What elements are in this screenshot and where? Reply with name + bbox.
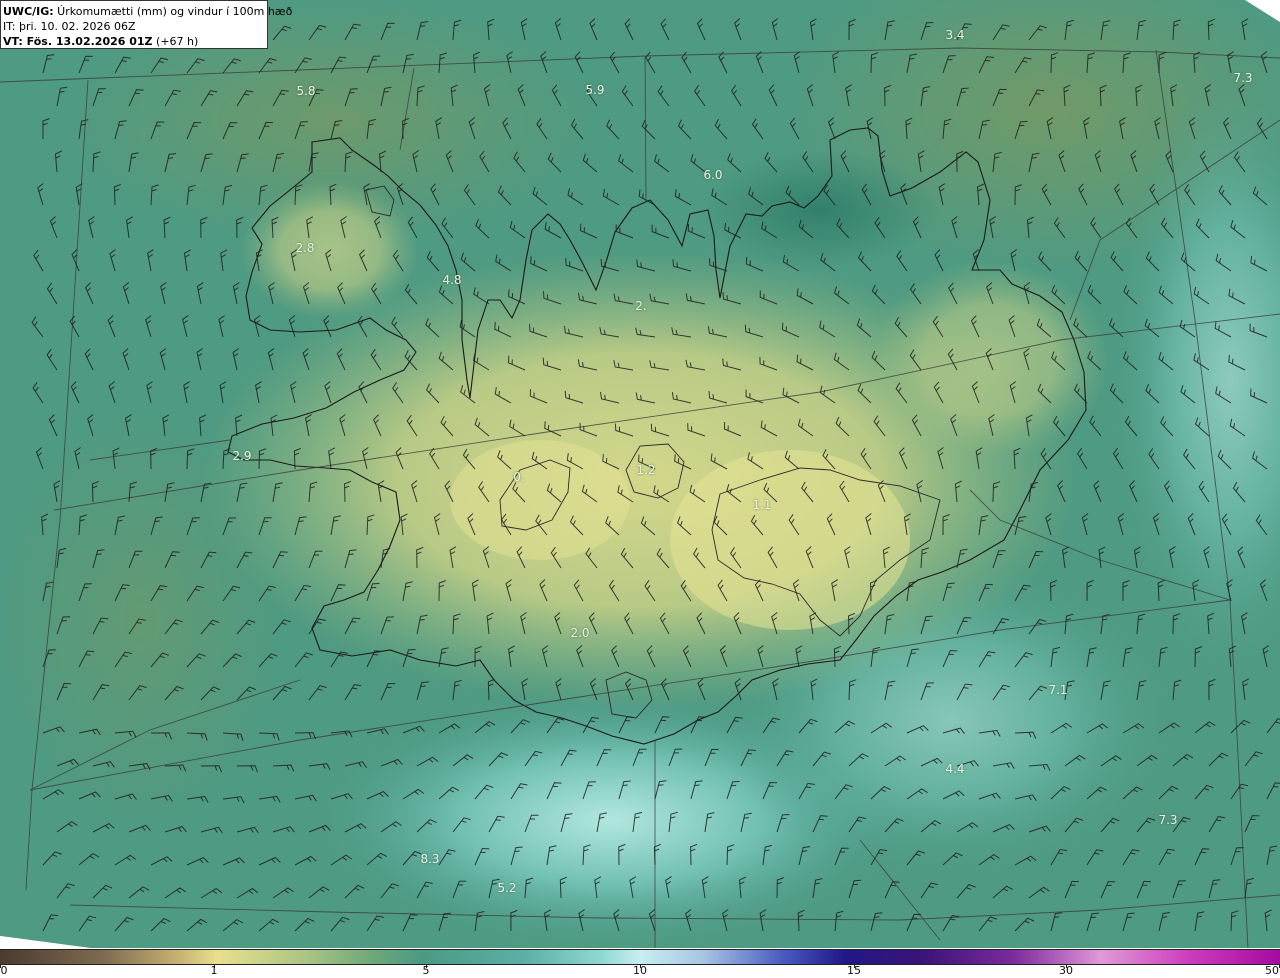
precip-value-label: 6.0 <box>703 168 723 182</box>
map-title: Úrkomumætti (mm) og vindur í 100m hæð <box>53 5 293 18</box>
colorbar-tick-label: 50 <box>1265 964 1279 977</box>
precipitation-map[interactable]: 3.4 7.3 5.8 5.9 6.0 2.8 4.8 2. 2.9 0. 1.2 1.1 2.0 7.1… <box>0 0 1280 948</box>
valid-time: VT: Fös. 13.02.2026 01Z <box>3 35 153 48</box>
colorbar-tick-label: 0 <box>0 964 8 977</box>
precip-value-label: 5.2 <box>497 881 517 895</box>
precip-value-label: 2. <box>635 299 647 313</box>
precip-value-label: 2.8 <box>295 241 315 255</box>
precip-value-label: 1.1 <box>752 498 772 512</box>
precip-value-label: 8.3 <box>420 852 440 866</box>
precip-value-label: 1.2 <box>636 463 656 477</box>
precip-value-label: 0. <box>513 470 525 484</box>
colorbar-tick-label: 15 <box>847 964 861 977</box>
colorbar-tick-label: 30 <box>1059 964 1073 977</box>
precip-value-label: 7.3 <box>1158 813 1178 827</box>
colorbar-tick-label: 1 <box>210 964 218 977</box>
forecast-hour: (+67 h) <box>152 35 199 48</box>
colorbar: 0 1 5 10 15 30 50 <box>0 948 1280 978</box>
precip-value-label: 4.4 <box>945 762 965 776</box>
colorbar-tick-label: 5 <box>422 964 430 977</box>
map-title-box: UWC/IG: Úrkomumætti (mm) og vindur í 100… <box>0 0 292 49</box>
init-time: IT: þri. 10. 02. 2026 06Z <box>3 20 136 33</box>
colorbar-tick-label: 10 <box>633 964 647 977</box>
colorbar-strip <box>0 949 1280 965</box>
model-code: UWC/IG: <box>3 5 54 18</box>
precip-value-label: 3.4 <box>945 28 965 42</box>
precip-value-label: 2.0 <box>570 626 590 640</box>
precip-value-label: 7.1 <box>1048 683 1068 697</box>
precip-value-label: 4.8 <box>442 273 462 287</box>
precip-value-label: 2.9 <box>232 449 252 463</box>
precip-value-label: 7.3 <box>1233 71 1253 85</box>
precip-value-label: 5.9 <box>585 83 605 97</box>
precip-value-label: 5.8 <box>296 84 316 98</box>
